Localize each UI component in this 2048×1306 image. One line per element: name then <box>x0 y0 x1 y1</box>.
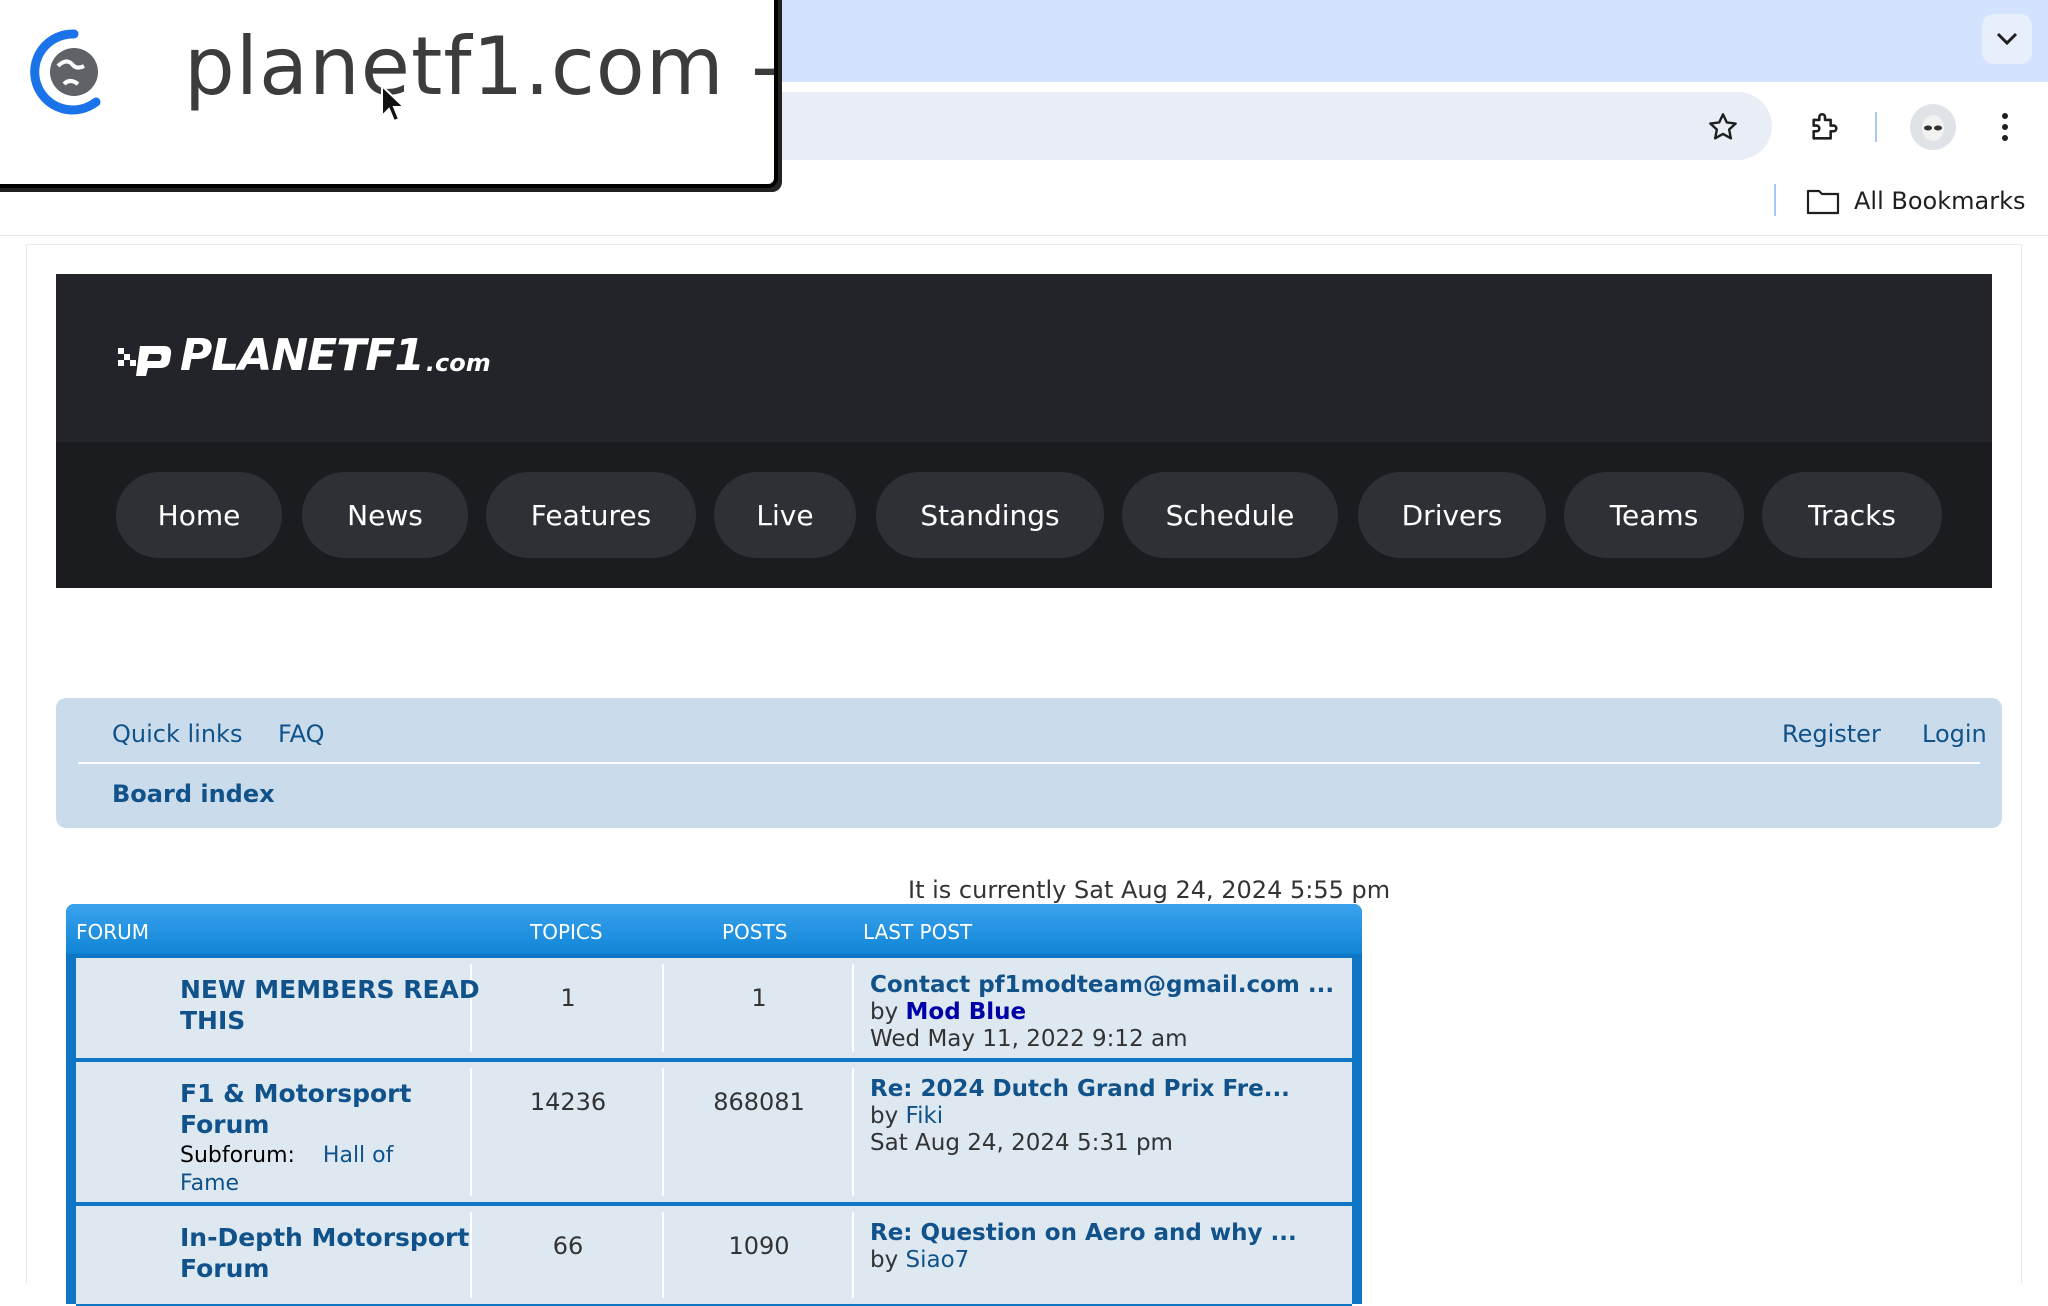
last-post-date: Wed May 11, 2022 9:12 am <box>870 1026 1188 1052</box>
faq-link[interactable]: FAQ <box>278 720 325 748</box>
forum-navbar: Quick links FAQ Register Login Board ind… <box>56 698 2002 828</box>
tab-preview-title: planetf1.com - In <box>184 20 774 113</box>
site-header: PLANETF1 .com <box>56 274 1992 442</box>
all-bookmarks-button[interactable]: All Bookmarks <box>1806 178 2025 224</box>
alien-avatar-icon <box>1922 115 1944 141</box>
subforum-line: Subforum: Hall of Fame <box>180 1142 393 1198</box>
nav-features[interactable]: Features <box>486 472 696 558</box>
nav-teams[interactable]: Teams <box>1564 472 1744 558</box>
forum-title-new-members[interactable]: NEW MEMBERS READ THIS <box>180 974 480 1036</box>
extensions-puzzle-icon[interactable] <box>1802 104 1848 150</box>
last-post-user-link[interactable]: Siao7 <box>906 1247 970 1273</box>
forum-title-f1-motorsport[interactable]: F1 & Motorsport Forum <box>180 1078 411 1140</box>
topics-count: 66 <box>552 1232 584 1260</box>
toolbar-separator <box>1875 112 1877 142</box>
topics-count: 14236 <box>529 1088 607 1116</box>
all-bookmarks-label: All Bookmarks <box>1854 187 2026 215</box>
chevron-down-icon <box>1996 32 2018 46</box>
forum-row: NEW MEMBERS READ THIS 1 1 Contact pf1mod… <box>76 958 1352 1060</box>
posts-count: 868081 <box>713 1088 805 1116</box>
mouse-cursor-icon <box>381 84 407 123</box>
last-post-author: by Mod Blue <box>870 999 1027 1025</box>
topics-count: 1 <box>560 984 576 1012</box>
logo-suffix: .com <box>425 349 491 377</box>
last-post-link[interactable]: Contact pf1modteam@gmail.com ... <box>870 972 1334 998</box>
navbar-divider <box>78 762 1980 764</box>
forum-title-in-depth[interactable]: In-Depth Motorsport Forum <box>180 1222 469 1284</box>
last-post-date: Sat Aug 24, 2024 5:31 pm <box>870 1130 1173 1156</box>
browser-menu-icon[interactable] <box>1982 104 2028 150</box>
bookmarks-separator <box>1774 184 1776 216</box>
subforum-label: Subforum: <box>180 1143 295 1168</box>
quick-links-link[interactable]: Quick links <box>112 720 242 748</box>
site-navigation: Home News Features Live Standings Schedu… <box>56 442 1992 588</box>
last-post-link[interactable]: Re: 2024 Dutch Grand Prix Fre... <box>870 1076 1290 1102</box>
nav-news[interactable]: News <box>302 472 468 558</box>
last-post-link[interactable]: Re: Question on Aero and why ... <box>870 1220 1297 1246</box>
header-forum: FORUM <box>76 920 150 944</box>
address-bar[interactable] <box>620 92 1772 160</box>
planetf1-logo[interactable]: PLANETF1 .com <box>116 334 491 378</box>
logo-checker-mark-icon <box>118 346 172 376</box>
nav-tracks[interactable]: Tracks <box>1762 472 1942 558</box>
register-link[interactable]: Register <box>1782 720 1881 748</box>
forum-row: F1 & Motorsport Forum Subforum: Hall of F… <box>76 1062 1352 1204</box>
bookmark-star-icon[interactable] <box>1700 104 1746 150</box>
nav-drivers[interactable]: Drivers <box>1358 472 1546 558</box>
current-time: It is currently Sat Aug 24, 2024 5:55 pm <box>908 876 1391 904</box>
header-posts: POSTS <box>722 920 788 944</box>
login-link[interactable]: Login <box>1922 720 1987 748</box>
posts-count: 1 <box>751 984 767 1012</box>
last-post-author: by Fiki <box>870 1103 944 1129</box>
nav-home[interactable]: Home <box>116 472 282 558</box>
forum-table: FORUM TOPICS POSTS LAST POST NEW MEMBERS… <box>66 904 1362 1306</box>
breadcrumb-board-index[interactable]: Board index <box>112 780 275 808</box>
nav-live[interactable]: Live <box>714 472 856 558</box>
last-post-user-link[interactable]: Fiki <box>906 1103 944 1129</box>
last-post-user-link[interactable]: Mod Blue <box>906 999 1027 1025</box>
profile-avatar[interactable] <box>1910 104 1956 150</box>
tab-search-button[interactable] <box>1982 14 2032 64</box>
logo-wordmark: PLANETF1 <box>180 330 425 381</box>
folder-icon <box>1806 189 1840 215</box>
header-last-post: LAST POST <box>863 920 973 944</box>
forum-table-header: FORUM TOPICS POSTS LAST POST <box>66 904 1362 954</box>
forum-row: In-Depth Motorsport Forum 66 1090 Re: Qu… <box>76 1206 1352 1306</box>
posts-count: 1090 <box>728 1232 790 1260</box>
loading-spinner-icon <box>30 29 101 115</box>
last-post-author: by Siao7 <box>870 1247 970 1273</box>
nav-standings[interactable]: Standings <box>876 472 1104 558</box>
nav-schedule[interactable]: Schedule <box>1122 472 1338 558</box>
subforum-hall-of-fame-link-cont[interactable]: Fame <box>180 1171 239 1196</box>
subforum-hall-of-fame-link[interactable]: Hall of <box>323 1143 393 1168</box>
header-topics: TOPICS <box>530 920 603 944</box>
